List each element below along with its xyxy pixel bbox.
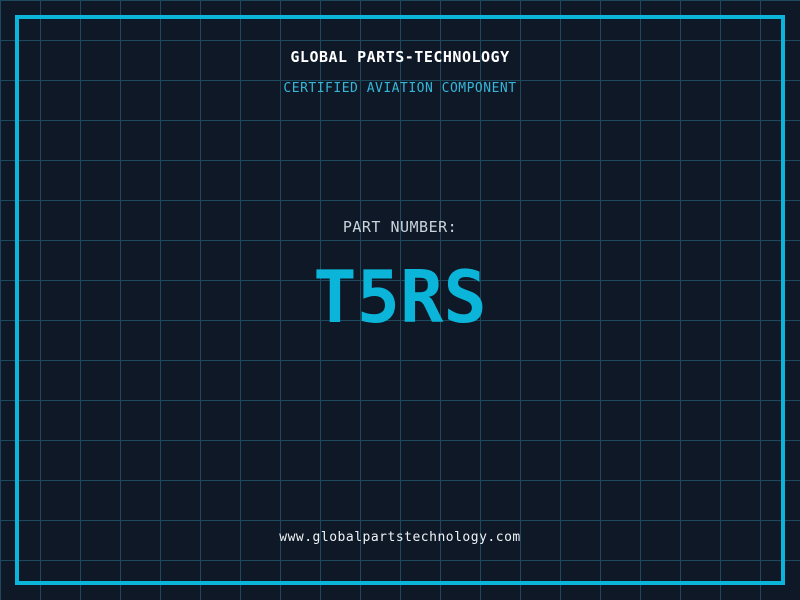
- blueprint-panel: GLOBAL PARTS-TECHNOLOGY CERTIFIED AVIATI…: [0, 0, 800, 600]
- website-url: www.globalpartstechnology.com: [279, 530, 521, 545]
- part-number-label: PART NUMBER:: [342, 218, 458, 236]
- part-number-value: T5RS: [313, 255, 487, 339]
- certification-subtitle: CERTIFIED AVIATION COMPONENT: [283, 81, 517, 96]
- company-title: GLOBAL PARTS-TECHNOLOGY: [290, 48, 510, 66]
